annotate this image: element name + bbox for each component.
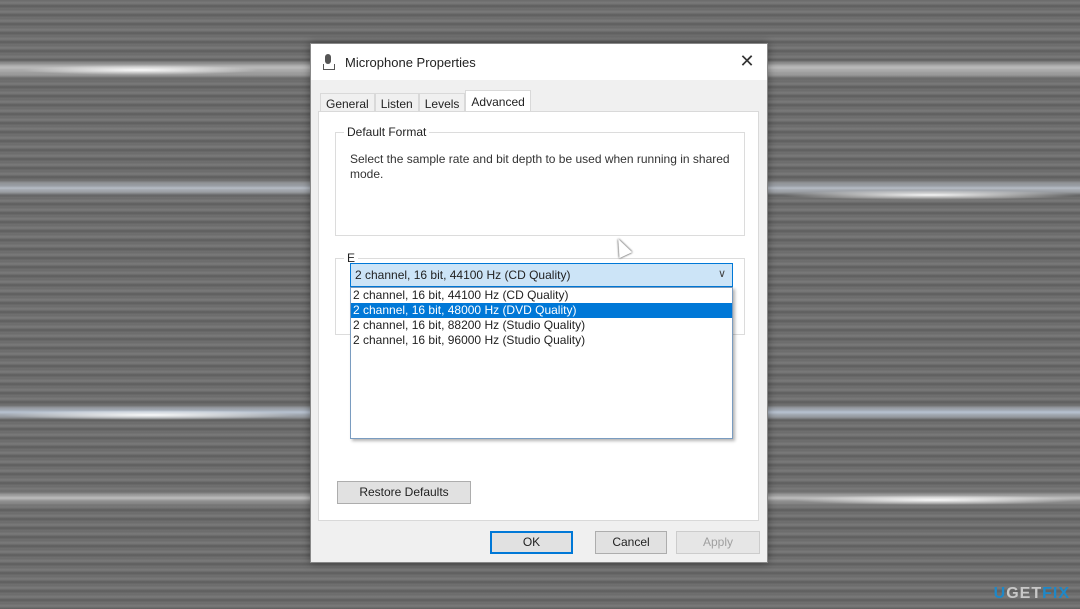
default-format-group: Default Format Select the sample rate an… [335,125,745,236]
cancel-button[interactable]: Cancel [595,531,667,554]
sample-rate-dropdown[interactable]: 2 channel, 16 bit, 44100 Hz (CD Quality)… [350,263,733,287]
light-streak [0,410,300,420]
light-streak [20,65,260,75]
dropdown-option[interactable]: 2 channel, 16 bit, 44100 Hz (CD Quality) [351,288,732,303]
dropdown-option-highlighted[interactable]: 2 channel, 16 bit, 48000 Hz (DVD Quality… [351,303,732,318]
title-bar[interactable]: Microphone Properties [311,44,767,80]
ok-button[interactable]: OK [490,531,573,554]
dropdown-option[interactable]: 2 channel, 16 bit, 96000 Hz (Studio Qual… [351,333,732,348]
chevron-down-icon: ∨ [717,268,726,280]
light-streak [790,495,1080,505]
ugetfix-watermark-logo: UGETFIX [993,585,1070,602]
dropdown-option[interactable]: 2 channel, 16 bit, 88200 Hz (Studio Qual… [351,318,732,333]
advanced-panel: Default Format Select the sample rate an… [318,111,759,521]
microphone-properties-dialog: Microphone Properties ✕ General Listen L… [310,43,768,563]
dropdown-selected-value: 2 channel, 16 bit, 44100 Hz (CD Quality) [355,268,571,282]
sample-rate-options-list[interactable]: 2 channel, 16 bit, 44100 Hz (CD Quality)… [350,287,733,439]
window-title: Microphone Properties [345,54,476,70]
apply-button[interactable]: Apply [676,531,760,554]
default-format-description: Select the sample rate and bit depth to … [350,152,730,181]
light-streak [780,190,1080,200]
default-format-label: Default Format [344,125,430,139]
microphone-icon [323,54,335,70]
close-button[interactable]: ✕ [735,50,759,72]
restore-defaults-button[interactable]: Restore Defaults [337,481,471,504]
